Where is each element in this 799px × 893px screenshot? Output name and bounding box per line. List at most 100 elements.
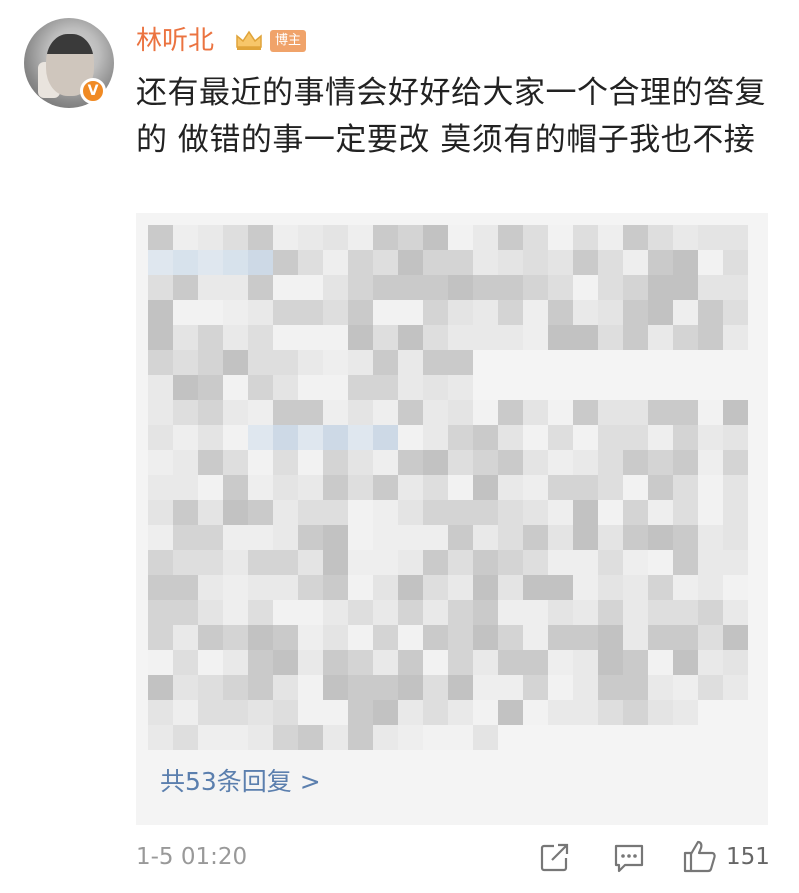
blur-cell xyxy=(723,400,748,425)
blur-cell xyxy=(448,225,473,250)
blur-cell xyxy=(348,525,373,550)
blur-cell xyxy=(423,450,448,475)
like-icon[interactable] xyxy=(682,838,718,874)
blur-cell xyxy=(448,650,473,675)
blur-cell xyxy=(573,700,598,725)
blur-cell xyxy=(223,225,248,250)
blur-cell xyxy=(323,625,348,650)
blur-cell xyxy=(623,250,648,275)
blur-cell xyxy=(523,475,548,500)
blur-cell xyxy=(548,525,573,550)
blur-cell xyxy=(348,500,373,525)
blur-cell xyxy=(523,550,548,575)
blur-cell xyxy=(598,550,623,575)
blur-cell xyxy=(323,725,348,750)
blur-cell xyxy=(373,225,398,250)
blur-cell xyxy=(373,375,398,400)
blur-cell xyxy=(723,425,748,450)
blur-cell xyxy=(423,725,448,750)
blur-cell xyxy=(298,575,323,600)
blur-cell xyxy=(198,575,223,600)
blur-cell xyxy=(498,225,523,250)
blur-cell xyxy=(473,275,498,300)
blur-cell xyxy=(298,550,323,575)
blur-cell xyxy=(273,725,298,750)
blur-cell xyxy=(498,525,523,550)
blur-cell xyxy=(498,650,523,675)
blur-cell xyxy=(698,625,723,650)
blur-cell xyxy=(223,425,248,450)
blur-cell xyxy=(698,675,723,700)
blur-cell xyxy=(498,675,523,700)
blur-cell xyxy=(273,675,298,700)
blur-cell xyxy=(423,225,448,250)
share-icon[interactable] xyxy=(538,842,572,874)
blur-cell xyxy=(623,650,648,675)
blur-cell xyxy=(273,425,298,450)
blur-cell xyxy=(523,225,548,250)
blur-cell xyxy=(298,300,323,325)
blur-cell xyxy=(348,375,373,400)
blur-cell xyxy=(548,250,573,275)
blur-cell xyxy=(673,300,698,325)
blur-cell xyxy=(298,275,323,300)
blur-cell xyxy=(423,350,448,375)
blur-cell xyxy=(273,475,298,500)
blur-cell xyxy=(223,350,248,375)
blur-cell xyxy=(273,575,298,600)
blur-cell xyxy=(698,425,723,450)
blur-cell xyxy=(398,725,423,750)
quoted-comment-area[interactable] xyxy=(136,213,768,825)
blur-cell xyxy=(648,600,673,625)
username[interactable]: 林听北 xyxy=(136,20,214,57)
blur-cell xyxy=(448,500,473,525)
blur-cell xyxy=(398,450,423,475)
blur-cell xyxy=(248,725,273,750)
replies-link[interactable]: 共53条回复 > xyxy=(160,762,321,798)
blur-cell xyxy=(173,250,198,275)
blur-cell xyxy=(298,700,323,725)
blur-cell xyxy=(423,525,448,550)
blur-cell xyxy=(473,325,498,350)
blur-cell xyxy=(373,350,398,375)
blur-cell xyxy=(623,325,648,350)
blur-cell xyxy=(198,650,223,675)
blur-cell xyxy=(673,525,698,550)
blur-cell xyxy=(723,525,748,550)
blur-cell xyxy=(448,250,473,275)
blur-cell xyxy=(223,575,248,600)
blur-cell xyxy=(148,725,173,750)
blur-cell xyxy=(673,325,698,350)
blur-cell xyxy=(398,550,423,575)
blur-cell xyxy=(548,400,573,425)
blur-cell xyxy=(198,300,223,325)
blur-cell xyxy=(148,375,173,400)
blur-cell xyxy=(148,400,173,425)
blur-cell xyxy=(723,275,748,300)
blur-cell xyxy=(323,700,348,725)
blur-cell xyxy=(648,675,673,700)
blur-cell xyxy=(573,650,598,675)
blur-cell xyxy=(373,550,398,575)
blur-cell xyxy=(548,650,573,675)
blur-cell xyxy=(623,600,648,625)
blur-cell xyxy=(348,475,373,500)
blur-cell xyxy=(423,500,448,525)
blur-cell xyxy=(148,550,173,575)
blur-cell xyxy=(323,600,348,625)
blur-cell xyxy=(473,725,498,750)
blur-cell xyxy=(223,475,248,500)
blur-cell xyxy=(273,450,298,475)
blur-cell xyxy=(298,475,323,500)
blur-cell xyxy=(623,700,648,725)
blur-cell xyxy=(673,700,698,725)
blur-cell xyxy=(423,425,448,450)
blur-cell xyxy=(373,575,398,600)
blur-cell xyxy=(648,500,673,525)
blur-cell xyxy=(148,500,173,525)
blur-cell xyxy=(598,300,623,325)
blur-cell xyxy=(348,725,373,750)
comment-icon[interactable] xyxy=(612,842,646,874)
blur-cell xyxy=(623,675,648,700)
blur-cell xyxy=(573,675,598,700)
